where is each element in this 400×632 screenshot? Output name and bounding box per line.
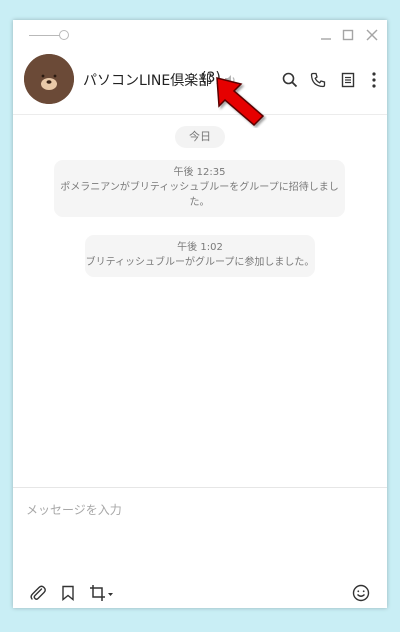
bear-avatar-icon [24,54,74,104]
message-input[interactable]: メッセージを入力 [26,501,122,518]
bookmark-icon[interactable] [57,582,79,604]
more-icon[interactable] [363,69,385,91]
system-message: 午後 1:02 ブリティッシュブルーがグループに参加しました。 [85,235,315,277]
message-time: 午後 12:35 [173,167,226,178]
chat-window: パソコンLINE倶楽部 (3) 今日 午後 12:35 ポメラニアンがブリティッ… [13,20,387,608]
emoji-icon[interactable] [350,582,372,604]
notes-icon[interactable] [337,69,359,91]
message-composer[interactable]: メッセージを入力 [13,487,387,609]
paperclip-icon[interactable] [27,582,49,604]
system-message: 午後 12:35 ポメラニアンがブリティッシュブルーをグループに招待しまし た。 [54,160,345,217]
message-text-continued: た。 [189,197,210,208]
maximize-icon[interactable] [339,26,357,44]
avatar[interactable] [24,54,74,104]
annotation-arrow-icon [215,76,267,132]
phone-icon[interactable] [307,69,329,91]
date-separator: 今日 [175,126,225,148]
opacity-slider-knob[interactable] [59,30,69,40]
search-icon[interactable] [279,69,301,91]
message-time: 午後 1:02 [177,242,223,253]
title-bar [13,20,387,52]
chat-header: パソコンLINE倶楽部 (3) [13,52,387,115]
message-text: ポメラニアンがブリティッシュブルーをグループに招待しまし [60,182,339,193]
crop-icon[interactable] [87,582,117,604]
chat-title: パソコンLINE倶楽部 [83,73,213,89]
close-icon[interactable] [363,26,381,44]
message-text: ブリティッシュブルーがグループに参加しました。 [85,257,315,268]
minimize-icon[interactable] [317,26,335,44]
